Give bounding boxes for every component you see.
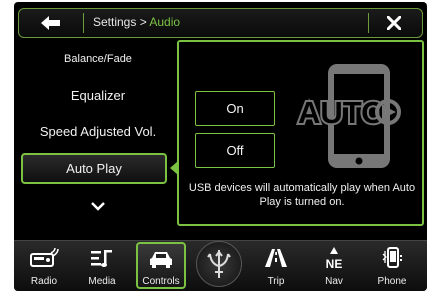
left-arrow-icon: [41, 16, 60, 30]
auto-graphic-text: AUTO: [298, 95, 385, 130]
nav-radio-label: Radio: [30, 276, 58, 287]
nav-heading: NE: [326, 257, 343, 270]
nav-radio[interactable]: Radio: [20, 243, 68, 287]
on-button[interactable]: On: [195, 91, 275, 126]
menu-item-balance-fade[interactable]: Balance/Fade: [24, 53, 172, 65]
nav-media[interactable]: Media: [78, 243, 126, 287]
nav-nav[interactable]: NE Nav: [310, 243, 358, 287]
radio-icon: [30, 248, 59, 267]
nav-nav-label: Nav: [325, 276, 343, 287]
scroll-down-button[interactable]: [88, 199, 108, 213]
breadcrumb: Settings > Audio: [93, 15, 180, 29]
nav-controls-label: Controls: [142, 276, 180, 287]
chevron-down-icon: [91, 202, 105, 211]
car-controls-icon: [150, 252, 172, 268]
close-x-icon: [387, 16, 401, 30]
header-divider: [83, 13, 84, 33]
menu-item-auto-play[interactable]: Auto Play: [21, 153, 167, 184]
auto-play-description: USB devices will automatically play when…: [188, 182, 416, 208]
breadcrumb-current: Audio: [149, 15, 181, 29]
header-bar: Settings > Audio: [18, 8, 423, 38]
back-button[interactable]: [19, 9, 83, 37]
trip-road-icon: [265, 249, 287, 267]
menu-item-speed-adjusted-vol[interactable]: Speed Adjusted Vol.: [24, 124, 172, 139]
phone-icon: [382, 247, 402, 268]
nav-media-label: Media: [88, 276, 116, 287]
nav-phone[interactable]: Phone: [368, 243, 416, 287]
close-button[interactable]: [366, 9, 422, 37]
brand-logo-button[interactable]: [196, 241, 242, 287]
compass-ne-icon: NE: [326, 247, 343, 270]
trident-logo-icon: [207, 250, 231, 278]
nav-trip-label: Trip: [267, 276, 285, 287]
nav-controls[interactable]: Controls: [136, 242, 186, 289]
infotainment-screen: Settings > Audio Balance/Fade Equalizer …: [14, 2, 427, 291]
nav-trip[interactable]: Trip: [252, 243, 300, 287]
off-button[interactable]: Off: [195, 133, 275, 168]
auto-play-graphic: AUTO: [296, 64, 401, 168]
nav-phone-label: Phone: [377, 276, 407, 287]
menu-item-equalizer[interactable]: Equalizer: [24, 88, 172, 103]
breadcrumb-parent: Settings >: [93, 15, 150, 29]
media-icon: [91, 250, 112, 267]
